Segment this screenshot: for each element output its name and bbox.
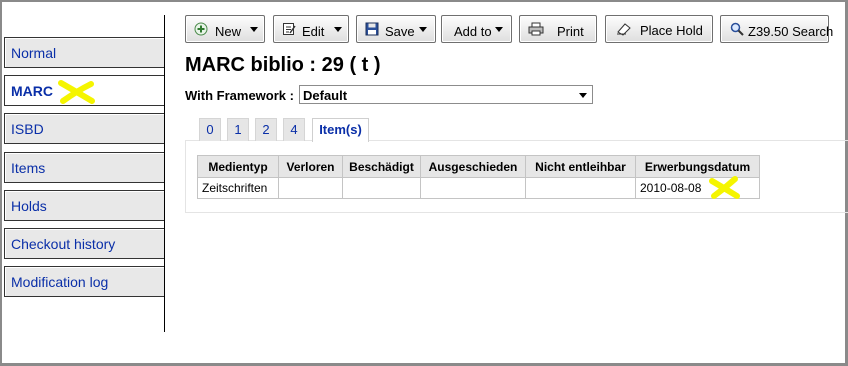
page-title: MARC biblio : 29 ( t ) xyxy=(185,54,381,76)
edit-button-label: Edit xyxy=(302,24,325,39)
highlight-cross-mark xyxy=(58,80,95,104)
items-table: Medientyp Verloren Beschädigt Ausgeschie… xyxy=(197,155,760,199)
table-cell-text: 2010-08-08 xyxy=(640,181,702,195)
table-cell: 2010-08-08 xyxy=(635,176,760,199)
add-to-button[interactable]: Add to xyxy=(441,15,512,43)
tab-2[interactable]: 2 xyxy=(255,118,277,141)
add-to-button-label: Add to xyxy=(454,24,492,39)
plus-icon xyxy=(194,22,208,36)
save-button-label: Save xyxy=(385,24,415,39)
table-cell xyxy=(342,177,421,199)
column-header: Ausgeschieden xyxy=(420,155,526,178)
sidebar-item-isbd[interactable]: ISBD xyxy=(4,113,164,144)
print-button[interactable]: Print xyxy=(519,15,597,43)
sidebar-item-label: MARC xyxy=(11,83,53,99)
new-button[interactable]: New xyxy=(185,15,265,43)
column-header: Verloren xyxy=(278,155,343,178)
printer-icon xyxy=(528,22,544,36)
table-row: Zeitschriften 2010-08-08 xyxy=(197,176,760,199)
sidebar-item-label: Normal xyxy=(11,45,57,61)
magnifier-icon xyxy=(730,22,744,36)
edit-button[interactable]: Edit xyxy=(273,15,349,43)
sidebar-item-label: Items xyxy=(11,160,46,176)
table-cell xyxy=(420,177,526,199)
z3950-search-button[interactable]: Z39.50 Search xyxy=(720,15,833,43)
sidebar-item-label: ISBD xyxy=(11,121,44,137)
column-header: Erwerbungsdatum xyxy=(635,155,760,178)
sidebar-item-modification-log[interactable]: Modification log xyxy=(4,266,164,297)
table-header-row: Medientyp Verloren Beschädigt Ausgeschie… xyxy=(197,155,760,178)
table-cell: Zeitschriften xyxy=(197,177,279,199)
tab-1[interactable]: 1 xyxy=(227,118,249,141)
sidebar-item-label: Holds xyxy=(11,198,47,214)
sidebar-item-items[interactable]: Items xyxy=(4,152,164,183)
framework-label: With Framework : xyxy=(185,88,294,103)
z3950-search-button-label: Z39.50 Search xyxy=(748,24,834,39)
table-cell xyxy=(278,177,343,199)
sidebar-item-label: Modification log xyxy=(11,274,109,290)
highlight-cross-mark xyxy=(709,176,740,199)
floppy-disk-icon xyxy=(365,22,379,36)
table-cell xyxy=(525,177,636,199)
tab-0[interactable]: 0 xyxy=(199,118,221,141)
chevron-down-icon xyxy=(334,27,342,32)
tab-items[interactable]: Item(s) xyxy=(312,118,369,142)
framework-select-value: Default xyxy=(303,88,348,103)
hold-tag-icon xyxy=(617,23,631,36)
place-hold-button[interactable]: Place Hold xyxy=(605,15,713,43)
sidebar-item-holds[interactable]: Holds xyxy=(4,190,164,221)
column-header: Beschädigt xyxy=(342,155,421,178)
framework-select[interactable]: Default xyxy=(299,85,593,104)
place-hold-button-label: Place Hold xyxy=(640,23,703,38)
column-header: Nicht entleihbar xyxy=(525,155,636,178)
chevron-down-icon xyxy=(419,27,427,32)
sidebar-item-label: Checkout history xyxy=(11,236,116,252)
chevron-down-icon xyxy=(495,27,503,32)
chevron-down-icon xyxy=(579,93,587,98)
sidebar-item-marc[interactable]: MARC xyxy=(4,75,164,106)
edit-icon xyxy=(283,23,296,35)
save-button[interactable]: Save xyxy=(356,15,436,43)
chevron-down-icon xyxy=(250,27,258,32)
new-button-label: New xyxy=(215,24,242,39)
column-header: Medientyp xyxy=(197,155,279,178)
print-button-label: Print xyxy=(557,24,584,39)
sidebar-item-checkout-history[interactable]: Checkout history xyxy=(4,228,164,259)
sidebar-item-normal[interactable]: Normal xyxy=(4,37,164,68)
tab-4[interactable]: 4 xyxy=(283,118,305,141)
sidebar: Normal MARC ISBD Items Holds Checkout hi… xyxy=(4,15,165,332)
